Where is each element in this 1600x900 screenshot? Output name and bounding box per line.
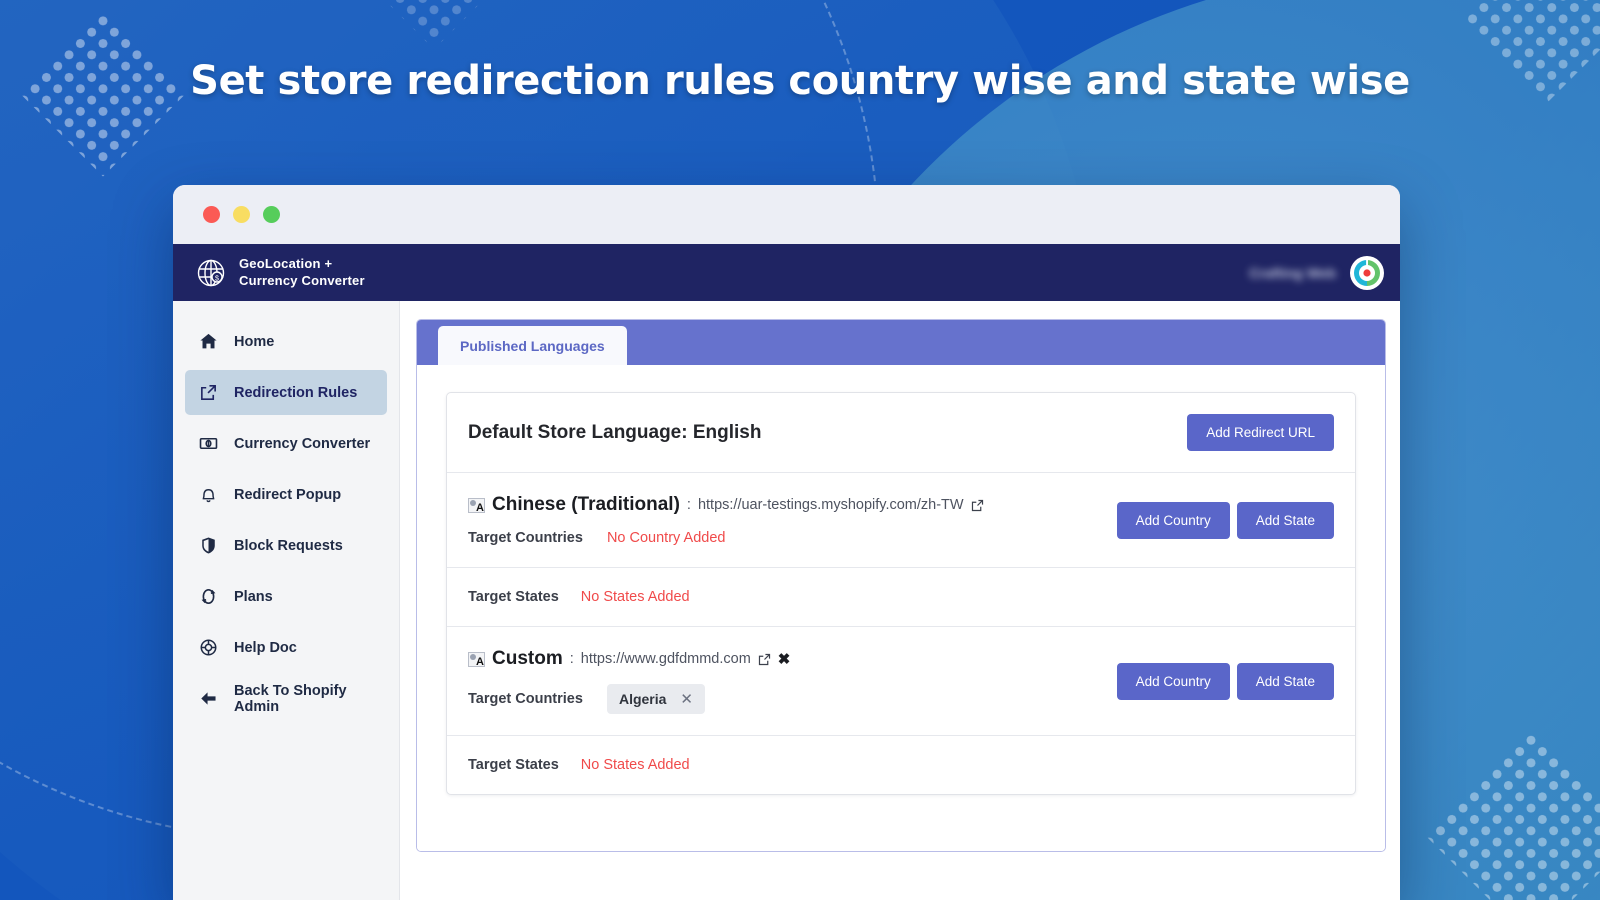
banknote-icon (199, 434, 218, 453)
panel-inner: Default Store Language: English Add Redi… (417, 365, 1385, 851)
sidebar-item-label: Back To Shopify Admin (234, 682, 347, 715)
svg-text:$: $ (215, 275, 219, 282)
sidebar-item-label: Block Requests (234, 537, 343, 554)
entry-language-name: Custom (492, 648, 563, 669)
refresh-loop-icon (199, 587, 218, 606)
default-language-label: Default Store Language: English (468, 421, 762, 443)
home-icon (199, 332, 218, 351)
country-chip-label: Algeria (618, 691, 667, 707)
app-header-right: Crafting Web (1249, 255, 1384, 290)
target-states-label: Target States (468, 589, 559, 605)
sidebar-item-block-requests[interactable]: Block Requests (185, 523, 387, 568)
app-body: Home Redirection Rules Currency Converte… (173, 301, 1400, 900)
tab-label: Published Languages (460, 338, 605, 354)
target-countries-line: Target Countries No Country Added (468, 530, 984, 546)
add-redirect-url-button[interactable]: Add Redirect URL (1187, 414, 1334, 451)
external-link-icon[interactable] (758, 653, 771, 666)
sidebar-item-label: Plans (234, 588, 273, 605)
sidebar: Home Redirection Rules Currency Converte… (173, 301, 400, 900)
sidebar-item-label: Redirect Popup (234, 486, 342, 503)
sidebar-item-back-to-shopify-admin[interactable]: Back To Shopify Admin (185, 676, 387, 721)
sidebar-item-home[interactable]: Home (185, 319, 387, 364)
sidebar-item-redirect-popup[interactable]: Redirect Popup (185, 472, 387, 517)
browser-window: $ GeoLocation + Currency Converter Craft… (173, 185, 1400, 900)
app-header: $ GeoLocation + Currency Converter Craft… (173, 244, 1400, 301)
add-state-button[interactable]: Add State (1236, 662, 1334, 700)
add-country-button[interactable]: Add Country (1116, 662, 1230, 700)
target-countries-line: Target Countries Algeria ✕ (468, 684, 790, 714)
redirect-entry-info: Custom : https://www.gdfdmmd.com (468, 648, 790, 714)
sidebar-item-redirection-rules[interactable]: Redirection Rules (185, 370, 387, 415)
sidebar-item-label: Home (234, 333, 275, 350)
lifebuoy-icon (199, 638, 218, 657)
target-countries-label: Target Countries (468, 691, 583, 707)
entry-title-line: Custom : https://www.gdfdmmd.com (468, 648, 790, 670)
sidebar-item-label: Redirection Rules (234, 384, 358, 401)
globe-dollar-icon: $ (195, 257, 227, 289)
main-content: Published Languages Default Store Langua… (400, 301, 1400, 900)
remove-country-icon[interactable]: ✕ (680, 690, 693, 708)
no-country-added-message: No Country Added (606, 530, 726, 546)
redirect-entry-info: Chinese (Traditional) : https://uar-test… (468, 494, 984, 546)
entry-url: https://uar-testings.myshopify.com/zh-TW (697, 497, 964, 513)
entry-actions: Add Country Add State (1116, 501, 1334, 539)
entry-title-line: Chinese (Traditional) : https://uar-test… (468, 494, 984, 516)
app-brand[interactable]: $ GeoLocation + Currency Converter (195, 256, 365, 289)
published-languages-panel: Published Languages Default Store Langua… (416, 319, 1386, 852)
redirect-entry-row: Custom : https://www.gdfdmmd.com (447, 627, 1355, 736)
flag-placeholder-icon (468, 651, 485, 667)
sidebar-item-label: Currency Converter (234, 435, 371, 452)
add-state-button[interactable]: Add State (1236, 501, 1334, 539)
store-name-label: Crafting Web (1249, 264, 1336, 281)
window-titlebar (173, 185, 1400, 244)
app-avatar-icon[interactable] (1350, 255, 1384, 290)
no-states-added-message: No States Added (580, 589, 690, 605)
entry-url: https://www.gdfdmmd.com (580, 651, 751, 667)
page-headline: Set store redirection rules country wise… (190, 58, 1410, 104)
add-country-button[interactable]: Add Country (1116, 501, 1230, 539)
redirect-entry-row: Chinese (Traditional) : https://uar-test… (447, 473, 1355, 568)
flag-placeholder-icon (468, 497, 485, 513)
redirect-rules-card: Default Store Language: English Add Redi… (446, 392, 1356, 795)
target-states-line: Target States No States Added (468, 757, 1334, 773)
sidebar-item-label: Help Doc (234, 639, 297, 656)
target-states-row: Target States No States Added (447, 736, 1355, 794)
external-link-icon (199, 383, 218, 402)
target-states-label: Target States (468, 757, 559, 773)
no-states-added-message: No States Added (580, 757, 690, 773)
bell-icon (199, 485, 218, 504)
country-chip[interactable]: Algeria ✕ (606, 684, 705, 714)
delete-entry-icon[interactable]: ✖ (778, 652, 791, 667)
target-states-line: Target States No States Added (468, 589, 1334, 605)
entry-url-separator: : (569, 651, 574, 667)
entry-url-separator: : (686, 497, 691, 513)
sidebar-item-help-doc[interactable]: Help Doc (185, 625, 387, 670)
entry-language-name: Chinese (Traditional) (492, 494, 680, 515)
entry-actions: Add Country Add State (1116, 662, 1334, 700)
arrow-left-icon (199, 689, 218, 708)
window-close-button[interactable] (203, 206, 220, 223)
app-brand-name: GeoLocation + Currency Converter (239, 255, 365, 288)
shield-icon (199, 536, 218, 555)
sidebar-item-plans[interactable]: Plans (185, 574, 387, 619)
window-minimize-button[interactable] (233, 206, 250, 223)
target-states-row: Target States No States Added (447, 568, 1355, 627)
target-countries-label: Target Countries (468, 530, 583, 546)
sidebar-item-currency-converter[interactable]: Currency Converter (185, 421, 387, 466)
external-link-icon[interactable] (971, 499, 984, 512)
tab-published-languages[interactable]: Published Languages (438, 326, 627, 365)
window-zoom-button[interactable] (263, 206, 280, 223)
tabbar: Published Languages (417, 320, 1385, 365)
default-language-row: Default Store Language: English Add Redi… (447, 393, 1355, 473)
